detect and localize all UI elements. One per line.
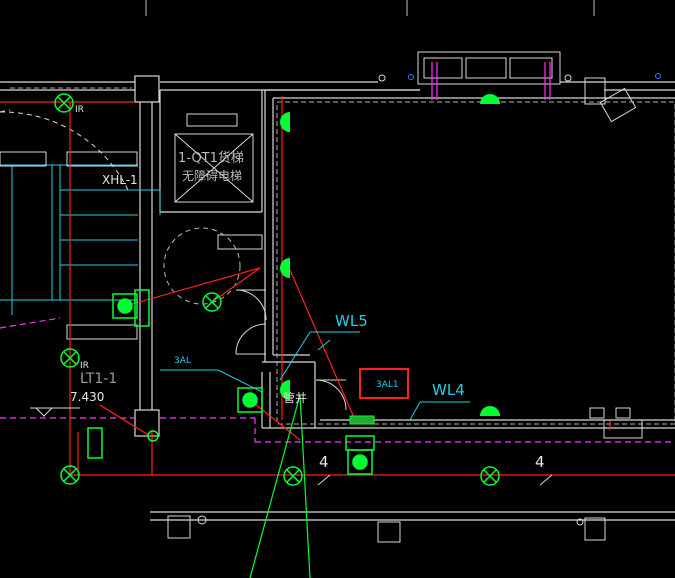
- ir-label-top: IR: [75, 105, 84, 115]
- grid-ticks: [145, 0, 595, 16]
- shaft-label: 管井: [283, 391, 308, 405]
- emergency-light: [347, 449, 373, 475]
- door-swing-circle: [163, 227, 241, 305]
- riser-lines: [249, 394, 311, 578]
- light-fixture: [202, 292, 222, 312]
- light-fixture: [480, 466, 500, 486]
- emergency-light: [112, 293, 138, 319]
- elevation-value: 7.430: [70, 390, 105, 404]
- selection-highlight[interactable]: [359, 368, 409, 399]
- window-units: [378, 51, 661, 123]
- hatch-block: [349, 415, 375, 425]
- elevator-label-line2: 无障碍电梯: [182, 169, 243, 183]
- stair-label: LT1-1: [80, 371, 118, 387]
- bottom-row: [167, 474, 606, 543]
- circuit-count-left: 4: [319, 453, 329, 471]
- ir-label-left: IR: [80, 361, 89, 371]
- staircase: [0, 164, 138, 315]
- light-fixture: [283, 466, 303, 486]
- panel-tag-3al: 3AL: [174, 356, 191, 366]
- elevator-label-line1: 1-QT1货梯: [178, 151, 244, 166]
- cad-floor-plan: [0, 0, 675, 578]
- circuit-label-wl5: WL5: [335, 312, 368, 330]
- circuit-label-wl4: WL4: [432, 381, 465, 399]
- distribution-box-label: XHL-1: [102, 173, 138, 187]
- circuit-count-right: 4: [535, 453, 545, 471]
- emergency-light: [237, 387, 263, 413]
- elevation-marker: [30, 407, 80, 417]
- equipment-box: [589, 407, 643, 439]
